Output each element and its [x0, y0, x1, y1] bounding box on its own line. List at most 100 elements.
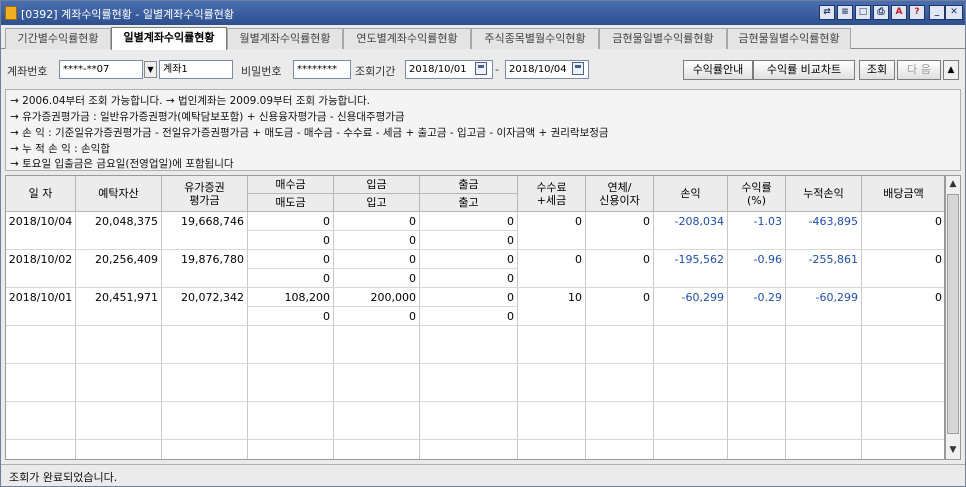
return-guide-button[interactable]: 수익률안내: [683, 60, 753, 80]
empty-cell[interactable]: [786, 440, 862, 459]
header-securities[interactable]: 유가증권 평가금: [162, 176, 248, 212]
empty-cell[interactable]: [420, 364, 518, 402]
empty-cell[interactable]: [862, 326, 944, 364]
cell-stock-in[interactable]: 0: [334, 231, 420, 250]
cell-stock-in[interactable]: 0: [334, 307, 420, 326]
cell-sell[interactable]: 0: [248, 269, 334, 288]
cell-dividend[interactable]: 0: [862, 212, 944, 250]
empty-cell[interactable]: [862, 364, 944, 402]
cell-deposit[interactable]: 20,048,375: [76, 212, 162, 250]
cell-cum-pnl[interactable]: -255,861: [786, 250, 862, 288]
cell-date[interactable]: 2018/10/02: [6, 250, 76, 288]
empty-cell[interactable]: [162, 364, 248, 402]
header-withdraw[interactable]: 출금: [420, 176, 518, 194]
daily-return-table[interactable]: 일 자 예탁자산 유가증권 평가금 매수금 매도금 입금 입고 출금 출고 수수…: [5, 175, 945, 460]
empty-cell[interactable]: [248, 402, 334, 440]
collapse-icon[interactable]: ▲: [943, 60, 959, 80]
empty-cell[interactable]: [76, 364, 162, 402]
empty-cell[interactable]: [654, 440, 728, 459]
empty-cell[interactable]: [248, 364, 334, 402]
header-date[interactable]: 일 자: [6, 176, 76, 212]
empty-cell[interactable]: [76, 402, 162, 440]
header-deposit-in[interactable]: 입금: [334, 176, 420, 194]
tab-daily-account-return[interactable]: 일별계좌수익률현황: [111, 27, 227, 50]
account-type-field[interactable]: 계좌1: [159, 60, 233, 79]
empty-cell[interactable]: [162, 440, 248, 459]
tab-yearly-account-return[interactable]: 연도별계좌수익률현황: [343, 28, 471, 49]
table-scrollbar[interactable]: ▲ ▼: [945, 175, 961, 460]
empty-cell[interactable]: [162, 326, 248, 364]
cell-buy[interactable]: 0: [248, 250, 334, 269]
empty-cell[interactable]: [420, 440, 518, 459]
empty-cell[interactable]: [586, 326, 654, 364]
print-icon[interactable]: ⎙: [873, 5, 889, 20]
cell-fee[interactable]: 0: [518, 212, 586, 250]
empty-cell[interactable]: [862, 402, 944, 440]
empty-cell[interactable]: [518, 364, 586, 402]
cell-date[interactable]: 2018/10/04: [6, 212, 76, 250]
empty-cell[interactable]: [728, 364, 786, 402]
empty-cell[interactable]: [248, 440, 334, 459]
empty-cell[interactable]: [786, 326, 862, 364]
cell-withdraw[interactable]: 0: [420, 250, 518, 269]
cell-rate[interactable]: -0.29: [728, 288, 786, 326]
empty-cell[interactable]: [786, 402, 862, 440]
empty-cell[interactable]: [248, 326, 334, 364]
cell-buy[interactable]: 108,200: [248, 288, 334, 307]
account-dropdown-icon[interactable]: ▼: [144, 61, 157, 78]
empty-cell[interactable]: [654, 326, 728, 364]
empty-cell[interactable]: [518, 326, 586, 364]
cell-stock-in[interactable]: 0: [334, 269, 420, 288]
empty-cell[interactable]: [76, 440, 162, 459]
cell-stock-out[interactable]: 0: [420, 231, 518, 250]
header-deposit-assets[interactable]: 예탁자산: [76, 176, 162, 212]
calendar-to-icon[interactable]: [572, 62, 584, 75]
cell-securities[interactable]: 20,072,342: [162, 288, 248, 326]
empty-cell[interactable]: [586, 402, 654, 440]
header-interest[interactable]: 연체/ 신용이자: [586, 176, 654, 212]
empty-cell[interactable]: [6, 402, 76, 440]
account-number-input[interactable]: ****-**07: [59, 60, 143, 79]
cell-deposit-in[interactable]: 0: [334, 212, 420, 231]
minimize-icon[interactable]: _: [929, 5, 945, 20]
header-cumulative-pnl[interactable]: 누적손익: [786, 176, 862, 212]
empty-cell[interactable]: [518, 440, 586, 459]
password-input[interactable]: ********: [293, 60, 351, 79]
help-icon[interactable]: ?: [909, 5, 925, 20]
empty-cell[interactable]: [6, 364, 76, 402]
header-dividend[interactable]: 배당금액: [862, 176, 944, 212]
header-return-rate[interactable]: 수익률 (%): [728, 176, 786, 212]
tab-stock-monthly-return[interactable]: 주식종목별월수익현황: [471, 28, 599, 49]
empty-cell[interactable]: [518, 402, 586, 440]
cell-withdraw[interactable]: 0: [420, 212, 518, 231]
cell-securities[interactable]: 19,876,780: [162, 250, 248, 288]
empty-cell[interactable]: [420, 326, 518, 364]
empty-cell[interactable]: [728, 402, 786, 440]
cell-deposit[interactable]: 20,451,971: [76, 288, 162, 326]
font-size-icon[interactable]: A: [891, 5, 907, 20]
settings-icon[interactable]: ≡: [837, 5, 853, 20]
empty-cell[interactable]: [862, 440, 944, 459]
cell-withdraw[interactable]: 0: [420, 288, 518, 307]
empty-cell[interactable]: [6, 440, 76, 459]
header-fee-tax[interactable]: 수수료 +세금: [518, 176, 586, 212]
header-buy[interactable]: 매수금: [248, 176, 334, 194]
tab-period-return[interactable]: 기간별수익률현황: [5, 28, 111, 49]
empty-cell[interactable]: [786, 364, 862, 402]
cell-rate[interactable]: -0.96: [728, 250, 786, 288]
empty-cell[interactable]: [586, 440, 654, 459]
cell-pnl[interactable]: -208,034: [654, 212, 728, 250]
close-icon[interactable]: ✕: [945, 5, 963, 20]
cell-stock-out[interactable]: 0: [420, 269, 518, 288]
cell-rate[interactable]: -1.03: [728, 212, 786, 250]
empty-cell[interactable]: [654, 402, 728, 440]
empty-cell[interactable]: [654, 364, 728, 402]
screen-icon[interactable]: □: [855, 5, 871, 20]
tab-gold-monthly-return[interactable]: 금현물월별수익률현황: [727, 28, 851, 49]
cell-deposit-in[interactable]: 0: [334, 250, 420, 269]
next-button[interactable]: 다 음: [897, 60, 941, 80]
return-compare-chart-button[interactable]: 수익률 비교차트: [753, 60, 855, 80]
cell-pnl[interactable]: -195,562: [654, 250, 728, 288]
empty-cell[interactable]: [334, 402, 420, 440]
header-stock-in[interactable]: 입고: [334, 194, 420, 212]
